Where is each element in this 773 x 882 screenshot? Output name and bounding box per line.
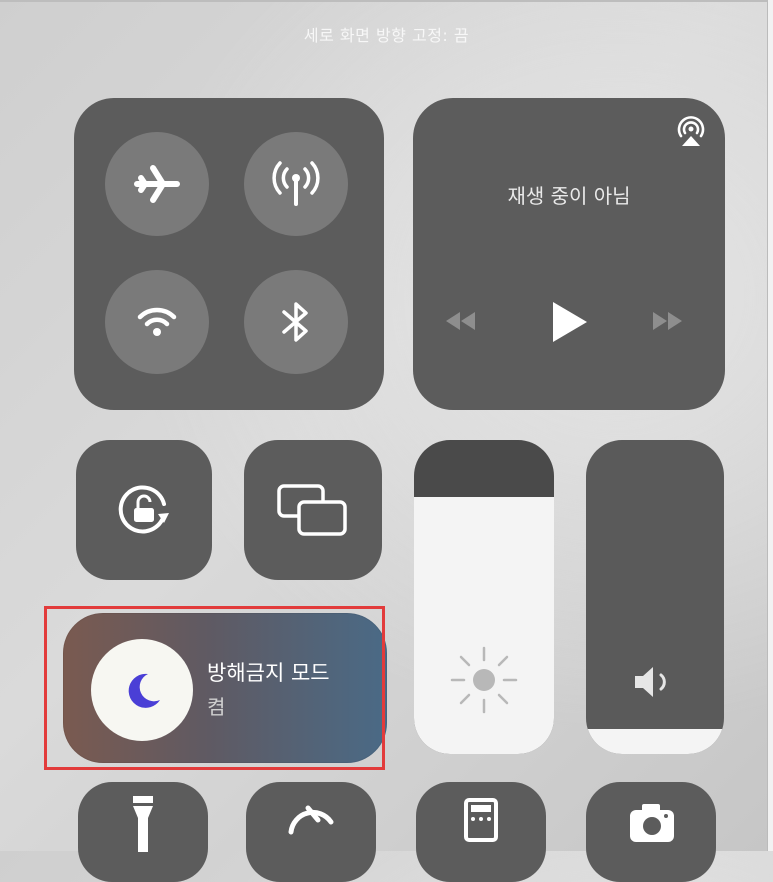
orientation-lock-icon [118, 485, 169, 534]
airplay-button[interactable] [673, 114, 709, 150]
orientation-status-banner: 세로 화면 방향 고정: 끔 [303, 26, 470, 45]
cellular-antenna-icon [272, 161, 320, 206]
flashlight-button[interactable] [78, 782, 208, 882]
flashlight-icon [133, 796, 153, 852]
bluetooth-toggle[interactable] [244, 270, 348, 374]
timer-icon [288, 805, 334, 835]
highlight-outline [44, 606, 385, 770]
bluetooth-icon [282, 302, 308, 342]
frame-top-border [0, 0, 773, 2]
airplane-mode-toggle[interactable] [105, 132, 209, 236]
fast-forward-icon [653, 312, 682, 330]
play-icon [553, 302, 587, 342]
screen-mirroring-icon [277, 484, 347, 536]
wifi-icon [137, 307, 177, 336]
brightness-slider[interactable] [414, 440, 554, 754]
volume-level [586, 728, 724, 754]
rewind-button[interactable] [443, 310, 477, 332]
rewind-icon [446, 312, 475, 330]
frame-right-border [767, 0, 773, 851]
speaker-icon [635, 667, 666, 697]
brightness-icon-wrap [414, 640, 554, 720]
calculator-button[interactable] [416, 782, 546, 882]
calculator-icon [464, 798, 498, 842]
connectivity-panel [74, 98, 384, 410]
timer-button[interactable] [246, 782, 376, 882]
camera-button[interactable] [586, 782, 716, 882]
fast-forward-button[interactable] [651, 310, 685, 332]
screen-mirroring-button[interactable] [244, 440, 382, 580]
airplay-audio-icon [677, 116, 705, 146]
sun-icon [450, 646, 518, 714]
orientation-lock-toggle[interactable] [76, 440, 212, 580]
play-button[interactable] [549, 300, 589, 344]
now-playing-panel[interactable]: 재생 중이 아님 [413, 98, 725, 410]
volume-icon-wrap [586, 662, 724, 702]
camera-icon [630, 804, 674, 842]
wifi-toggle[interactable] [105, 270, 209, 374]
airplane-icon [134, 165, 180, 203]
volume-slider[interactable] [586, 440, 724, 754]
now-playing-status: 재생 중이 아님 [507, 184, 631, 208]
cellular-data-toggle[interactable] [244, 132, 348, 236]
